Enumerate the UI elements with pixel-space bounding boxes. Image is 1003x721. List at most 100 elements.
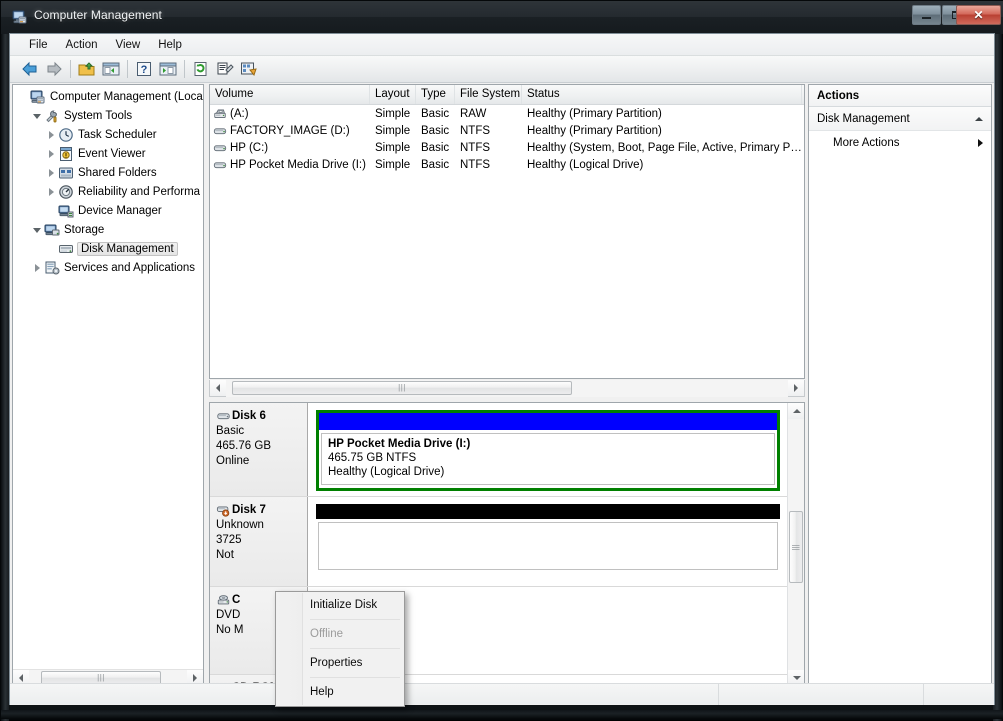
scroll-left-button[interactable]	[210, 380, 226, 396]
services-icon	[44, 260, 60, 276]
volume-scroll-thumb[interactable]: |||	[232, 380, 572, 395]
close-icon: ✕	[973, 8, 984, 22]
disk-row[interactable]: Disk 6 Basic 465.76 GB Online HP Pocket Medi…	[210, 403, 788, 497]
window-edge-bottom	[1, 710, 1003, 719]
chevron-right-icon	[193, 674, 197, 682]
properties-icon[interactable]	[213, 58, 237, 81]
volume-row[interactable]: FACTORY_IMAGE (D:) Simple Basic NTFS Healthy…	[210, 122, 804, 139]
disk-partition-area[interactable]: HP Pocket Media Drive (I:) 465.75 GB NTFS…	[308, 403, 788, 496]
console-tree-pane: Computer Management (Local System Tools Ta…	[12, 84, 204, 687]
context-menu-item-properties[interactable]: Properties	[276, 652, 404, 674]
disk-info-panel[interactable]: Disk 7 Unknown 3725 Not	[210, 497, 308, 586]
computer-management-window: Computer Management ✕ File Action View H…	[0, 0, 1003, 721]
sidebar-item-system-tools[interactable]: System Tools	[13, 106, 203, 125]
sidebar-item-event-viewer[interactable]: Event Viewer	[13, 144, 203, 163]
partition-block[interactable]: HP Pocket Media Drive (I:) 465.75 GB NTFS…	[316, 410, 780, 491]
scroll-up-button[interactable]	[788, 403, 804, 419]
sidebar-item-label: Reliability and Performa	[78, 185, 201, 198]
volume-cell-filesystem: NTFS	[460, 158, 491, 171]
disk-context-menu[interactable]: Initialize Disk Offline Properties Help	[275, 591, 405, 707]
context-menu-separator	[310, 619, 400, 620]
up-folder-icon[interactable]	[75, 58, 99, 81]
volume-list[interactable]: Volume Layout Type File System Status (A:) Si…	[209, 84, 805, 379]
volume-name: HP Pocket Media Drive (I:)	[230, 158, 366, 171]
graph-vertical-scrollbar[interactable]: |||	[787, 403, 804, 686]
volume-column-header[interactable]: Status	[522, 85, 802, 104]
sidebar-item-shared-folders[interactable]: Shared Folders	[13, 163, 203, 182]
show-action-pane-icon[interactable]	[156, 58, 180, 81]
chevron-right-icon[interactable]	[44, 125, 58, 144]
chevron-down-icon	[792, 676, 801, 680]
window-edge-left	[1, 1, 9, 721]
back-icon[interactable]	[18, 58, 42, 81]
volume-column-header[interactable]: Layout	[370, 85, 416, 104]
sidebar-item-reliability-and-performa[interactable]: Reliability and Performa	[13, 182, 203, 201]
partition-block[interactable]	[318, 522, 778, 570]
sidebar-item-services-and-applications[interactable]: Services and Applications	[13, 258, 203, 277]
chevron-down-icon[interactable]	[30, 220, 44, 239]
disk-info-line: Unknown	[216, 519, 264, 531]
disk-row[interactable]: Disk 7 Unknown 3725 Not	[210, 497, 788, 587]
partition-color-bar	[319, 413, 777, 430]
volume-list-horizontal-scrollbar[interactable]: |||	[209, 379, 805, 397]
device-manager-icon	[58, 203, 74, 219]
menu-help[interactable]: Help	[149, 36, 191, 54]
chevron-down-icon[interactable]	[30, 106, 44, 125]
sidebar-item-label: Task Scheduler	[78, 128, 157, 141]
show-hide-tree-icon[interactable]	[99, 58, 123, 81]
menu-file[interactable]: File	[20, 36, 57, 54]
menu-action[interactable]: Action	[57, 36, 107, 54]
chevron-right-icon[interactable]	[44, 163, 58, 182]
context-menu-item-initialize-disk[interactable]: Initialize Disk	[276, 594, 404, 616]
volume-cell-layout: Simple	[375, 107, 411, 120]
volume-row[interactable]: HP Pocket Media Drive (I:) Simple Basic NTF…	[210, 156, 804, 173]
client-area: File Action View Help ? Computer Managem…	[9, 33, 995, 707]
disk-management-icon	[58, 241, 74, 257]
chevron-right-icon[interactable]	[30, 258, 44, 277]
sidebar-item-label: Disk Management	[77, 241, 178, 256]
rescan-disks-icon[interactable]	[237, 58, 261, 81]
chevron-right-icon[interactable]	[44, 182, 58, 201]
minimize-icon	[922, 17, 931, 19]
more-actions-item[interactable]: More Actions	[809, 131, 991, 155]
caret-up-icon[interactable]	[975, 116, 983, 121]
volume-cell-layout: Simple	[375, 124, 411, 137]
sidebar-item-task-scheduler[interactable]: Task Scheduler	[13, 125, 203, 144]
chevron-right-icon[interactable]	[44, 144, 58, 163]
performance-icon	[58, 184, 74, 200]
event-viewer-icon	[58, 146, 74, 162]
grip-icon: |||	[97, 673, 105, 682]
caret-right-icon	[978, 139, 983, 147]
disk-icon	[216, 409, 231, 422]
scroll-right-button[interactable]	[788, 380, 804, 396]
refresh-icon[interactable]	[189, 58, 213, 81]
disk-partition-area[interactable]	[308, 497, 788, 586]
actions-group-disk-management[interactable]: Disk Management	[809, 107, 991, 131]
forward-icon[interactable]	[42, 58, 66, 81]
context-menu-item-help[interactable]: Help	[276, 681, 404, 703]
volume-column-header[interactable]: Type	[416, 85, 455, 104]
volume-column-header[interactable]: File System	[455, 85, 522, 104]
graph-scroll-thumb[interactable]: |||	[789, 511, 803, 583]
minimize-button[interactable]	[912, 5, 941, 25]
actions-title: Actions	[809, 85, 991, 107]
disk-info-panel[interactable]: Disk 6 Basic 465.76 GB Online	[210, 403, 308, 496]
title-bar[interactable]: Computer Management ✕	[1, 1, 1003, 34]
sidebar-item-disk-management[interactable]: Disk Management	[13, 239, 203, 258]
close-button[interactable]: ✕	[956, 5, 1001, 25]
sidebar-item-device-manager[interactable]: Device Manager	[13, 201, 203, 220]
volume-row[interactable]: HP (C:) Simple Basic NTFS Healthy (System, B…	[210, 139, 804, 156]
menu-view[interactable]: View	[107, 36, 150, 54]
disk-unknown-icon	[216, 503, 231, 517]
sidebar-item-label: Services and Applications	[64, 261, 196, 274]
sidebar-item-storage[interactable]: Storage	[13, 220, 203, 239]
help-icon[interactable]: ?	[132, 58, 156, 81]
volume-column-header[interactable]: Volume	[210, 85, 370, 104]
chevron-up-icon	[792, 409, 801, 413]
volume-cell-filesystem: NTFS	[460, 124, 491, 137]
volume-row[interactable]: (A:) Simple Basic RAW Healthy (Primary Parti…	[210, 105, 804, 122]
disk-name: Disk 7	[232, 503, 266, 516]
sidebar-item-computer-management-local[interactable]: Computer Management (Local	[13, 87, 203, 106]
volume-scroll-track[interactable]: |||	[226, 379, 788, 397]
